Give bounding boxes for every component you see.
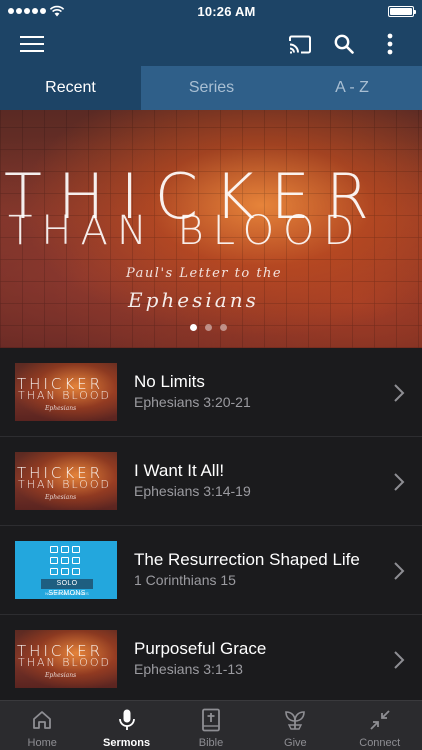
thumbnail-title-line-2: THAN BLOOD xyxy=(18,478,111,491)
bottom-tab-bar: Home Sermons Bible Give Connect xyxy=(0,700,422,750)
page-dot[interactable] xyxy=(205,324,212,331)
sermon-reference: Ephesians 3:14-19 xyxy=(134,483,251,499)
plant-icon xyxy=(282,707,308,733)
sermon-reference: 1 Corinthians 15 xyxy=(134,572,236,588)
status-bar: 10:26 AM xyxy=(0,0,422,22)
tab-label: Give xyxy=(284,737,307,749)
tab-give[interactable]: Give xyxy=(253,701,337,750)
sermon-row[interactable]: SOLO SERMONS NOT FROM A SERIES The Resur… xyxy=(0,526,422,615)
sermon-row[interactable]: THICKER THAN BLOOD Ephesians Purposeful … xyxy=(0,615,422,704)
menu-icon xyxy=(20,36,44,52)
page-dot[interactable] xyxy=(220,324,227,331)
banner-subtitle-line-2: Ephesians xyxy=(128,288,259,312)
tab-bible[interactable]: Bible xyxy=(169,701,253,750)
sermon-title: The Resurrection Shaped Life xyxy=(134,550,360,569)
solo-sermons-label: SOLO SERMONS xyxy=(41,579,93,597)
search-icon xyxy=(334,34,354,54)
more-options-button[interactable] xyxy=(372,22,408,66)
sermon-title: I Want It All! xyxy=(134,461,225,480)
series-thumbnail: THICKER THAN BLOOD Ephesians xyxy=(15,452,117,510)
tab-a-z[interactable]: A - Z xyxy=(282,66,422,110)
featured-series-banner[interactable]: THICKER THAN BLOOD Paul's Letter to the … xyxy=(0,110,422,348)
nav-bar xyxy=(0,22,422,66)
battery-icon xyxy=(387,5,416,17)
sermon-title: Purposeful Grace xyxy=(134,639,267,658)
battery-level xyxy=(389,7,412,15)
chevron-right-icon xyxy=(394,562,405,580)
clock: 10:26 AM xyxy=(197,3,256,19)
segment-tabs: Recent Series A - Z xyxy=(0,66,422,110)
solo-sermons-tagline: NOT FROM A SERIES xyxy=(45,591,89,596)
sermon-title: No Limits xyxy=(134,372,205,391)
series-thumbnail: THICKER THAN BLOOD Ephesians xyxy=(15,630,117,688)
wifi-icon xyxy=(49,5,65,17)
grid-icon xyxy=(50,546,82,576)
thumbnail-title-line-2: THAN BLOOD xyxy=(18,656,111,669)
chevron-right-icon xyxy=(394,384,405,402)
cell-signal-icon xyxy=(8,8,46,14)
sermon-row[interactable]: THICKER THAN BLOOD Ephesians No Limits E… xyxy=(0,348,422,437)
home-icon xyxy=(29,707,55,733)
sermon-list: THICKER THAN BLOOD Ephesians No Limits E… xyxy=(0,348,422,704)
tab-label: Sermons xyxy=(103,737,151,749)
thumbnail-title-line-3: Ephesians xyxy=(45,405,77,412)
thumbnail-title-line-3: Ephesians xyxy=(45,494,77,501)
sermon-reference: Ephesians 3:1-13 xyxy=(134,661,243,677)
sermon-row[interactable]: THICKER THAN BLOOD Ephesians I Want It A… xyxy=(0,437,422,526)
tab-label: Bible xyxy=(198,737,224,749)
arrows-in-icon xyxy=(367,707,393,733)
tab-series[interactable]: Series xyxy=(141,66,282,110)
page-indicator[interactable] xyxy=(190,324,227,331)
cast-button[interactable] xyxy=(282,22,318,66)
chevron-right-icon xyxy=(394,473,405,491)
banner-subtitle-line-1: Paul's Letter to the xyxy=(126,266,283,281)
thumbnail-title-line-2: THAN BLOOD xyxy=(18,389,111,402)
solo-sermons-thumbnail: SOLO SERMONS NOT FROM A SERIES xyxy=(15,541,117,599)
tab-sermons[interactable]: Sermons xyxy=(84,701,168,750)
chevron-right-icon xyxy=(394,651,405,669)
series-thumbnail: THICKER THAN BLOOD Ephesians xyxy=(15,363,117,421)
cast-icon xyxy=(289,35,311,53)
signal-group xyxy=(8,5,65,17)
more-vertical-icon xyxy=(387,33,393,55)
tab-connect[interactable]: Connect xyxy=(338,701,422,750)
tab-label: Connect xyxy=(359,737,401,749)
sermon-reference: Ephesians 3:20-21 xyxy=(134,394,251,410)
search-button[interactable] xyxy=(326,22,362,66)
tab-home[interactable]: Home xyxy=(0,701,84,750)
thumbnail-title-line-3: Ephesians xyxy=(45,672,77,679)
page-dot-active[interactable] xyxy=(190,324,197,331)
bible-icon xyxy=(198,707,224,733)
microphone-icon xyxy=(114,707,140,733)
tab-recent[interactable]: Recent xyxy=(0,66,141,110)
banner-title-line-2: THAN BLOOD xyxy=(8,208,364,254)
tab-label: Home xyxy=(27,737,57,749)
menu-button[interactable] xyxy=(14,22,50,66)
